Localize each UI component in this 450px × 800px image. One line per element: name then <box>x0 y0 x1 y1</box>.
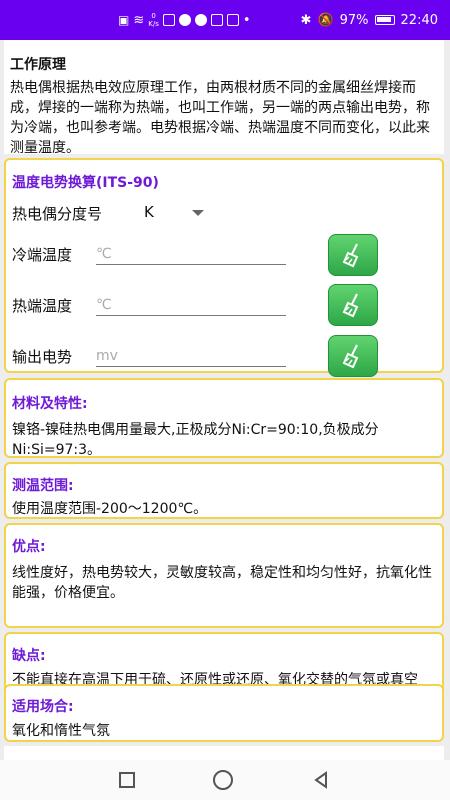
bluetooth-icon: ✱ <box>300 12 312 28</box>
materials-text: 镍铬-镍硅热电偶用量最大,正极成分Ni:Cr=90:10,负极成分Ni:Si=9… <box>12 422 379 458</box>
range-text: 使用温度范围-200～1200℃。 <box>12 501 208 517</box>
broom-icon <box>342 293 359 318</box>
clear-cold-button[interactable] <box>328 234 378 276</box>
back-icon[interactable] <box>311 770 331 790</box>
intro-section: 工作原理 热电偶根据热电效应原理工作，由两根材质不同的金属细丝焊接而成，焊接的一… <box>4 40 444 156</box>
range-card: 测温范围: 使用温度范围-200～1200℃。 <box>4 462 444 519</box>
cold-label: 冷端温度 <box>12 246 73 264</box>
applications-text: 氧化和惰性气氛 <box>12 723 110 739</box>
advantages-title: 优点: <box>12 539 46 555</box>
advantages-text: 线性度好，热电势较大，灵敏度较高，稳定性和均匀性好，抗氧化性能强，价格便宜。 <box>12 565 432 601</box>
message-icon <box>210 14 223 26</box>
hot-label: 热端温度 <box>12 297 73 315</box>
mail-icon <box>226 14 239 26</box>
battery-text: 97% <box>339 12 369 28</box>
disadvantages-title: 缺点: <box>12 648 46 664</box>
intro-text: 热电偶根据热电效应原理工作，由两根材质不同的金属细丝焊接而成，焊接的一端称为热端… <box>10 80 430 156</box>
applications-title: 适用场合: <box>12 699 74 715</box>
network-speed: 0 K/s <box>148 12 159 28</box>
output-input[interactable]: mv <box>96 342 286 367</box>
recent-apps-icon[interactable] <box>119 772 135 788</box>
cold-input[interactable]: ℃ <box>96 240 286 265</box>
net-speed-value: 0 <box>151 12 156 20</box>
battery-icon <box>374 15 395 25</box>
intro-title: 工作原理 <box>10 57 66 73</box>
broom-icon <box>342 243 359 268</box>
clear-hot-button[interactable] <box>328 284 378 326</box>
advantages-card: 优点: 线性度好，热电势较大，灵敏度较高，稳定性和均匀性好，抗氧化性能强，价格便… <box>4 523 444 628</box>
output-label: 输出电势 <box>12 348 73 366</box>
net-speed-unit: K/s <box>148 20 159 28</box>
materials-card: 材料及特性: 镍铬-镍硅热电偶用量最大,正极成分Ni:Cr=90:10,负极成分… <box>4 378 444 458</box>
home-icon[interactable] <box>213 770 233 790</box>
broom-icon <box>342 344 359 369</box>
calculator-card: 温度电势换算(ITS-90) 热电偶分度号 K 冷端温度 ℃ 热端温度 ℃ 输出… <box>4 158 444 377</box>
more-icon: • <box>242 12 251 28</box>
navigation-bar <box>0 760 450 800</box>
clear-output-button[interactable] <box>328 335 378 377</box>
next-section-preview <box>4 746 444 760</box>
applications-card: 适用场合: 氧化和惰性气氛 <box>4 684 444 742</box>
status-right: ✱ 🔕 97% 22:40 <box>301 13 438 28</box>
type-label: 热电偶分度号 <box>12 205 103 223</box>
main-scroll[interactable]: 工作原理 热电偶根据热电效应原理工作，由两根材质不同的金属细丝焊接而成，焊接的一… <box>0 40 450 760</box>
chevron-down-icon[interactable] <box>192 210 204 216</box>
hot-input[interactable]: ℃ <box>96 291 286 316</box>
app-notification-icon <box>162 14 175 26</box>
browser-icon <box>194 14 207 26</box>
calculator-title: 温度电势换算(ITS-90) <box>12 175 159 191</box>
shield-icon <box>178 14 191 26</box>
silent-icon: 🔕 <box>317 12 334 28</box>
type-dropdown[interactable]: K <box>144 203 154 221</box>
materials-title: 材料及特性: <box>12 396 88 412</box>
range-title: 测温范围: <box>12 478 74 494</box>
status-bar: ▣ ≋ 0 K/s • ✱ 🔕 97% 22:40 <box>0 0 450 40</box>
wifi-icon: ≋ <box>133 12 145 28</box>
status-icons: ▣ ≋ 0 K/s • <box>118 12 251 28</box>
sim-icon: ▣ <box>118 13 130 27</box>
clock: 22:40 <box>400 12 438 28</box>
